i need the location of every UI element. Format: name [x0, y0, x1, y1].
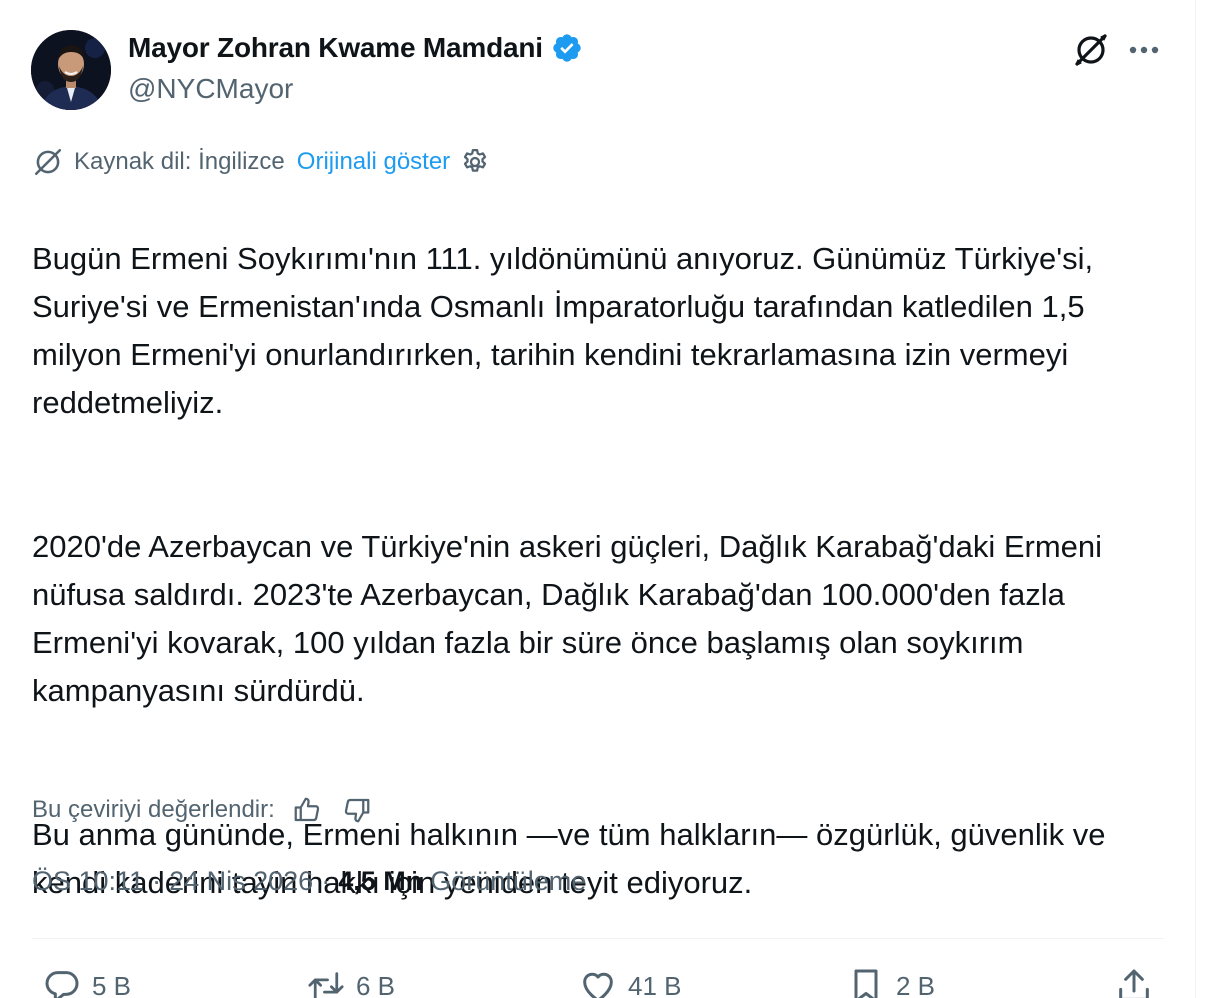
tweet-paragraph-1: Bugün Ermeni Soykırımı'nın 111. yıldönüm… — [32, 241, 1094, 420]
share-button[interactable] — [1114, 964, 1164, 998]
tweet-meta: ÖS 10:11 · 24 Nis 2026 · 4,5 Mn Görüntül… — [32, 866, 586, 897]
reply-button[interactable]: 5 B — [42, 964, 131, 998]
heart-icon — [578, 966, 618, 998]
meta-separator: · — [321, 866, 331, 896]
tweet-time[interactable]: ÖS 10:11 — [32, 866, 144, 897]
rate-translation-label: Bu çeviriyi değerlendir: — [32, 796, 275, 823]
like-button[interactable]: 41 B — [578, 964, 682, 998]
meta-separator: · — [152, 866, 162, 896]
views-label: Görüntüleme — [430, 866, 587, 896]
divider — [32, 938, 1164, 939]
repost-button[interactable]: 6 B — [306, 964, 395, 998]
bookmark-count: 2 B — [896, 970, 936, 998]
reply-icon — [42, 966, 82, 998]
tweet-paragraph-2: 2020'de Azerbaycan ve Türkiye'nin askeri… — [32, 529, 1103, 708]
repost-count: 6 B — [356, 970, 396, 998]
tweet-page: Mayor Zohran Kwame Mamdani @NYCMayor Kay… — [0, 0, 1220, 998]
more-options-icon[interactable] — [1124, 30, 1164, 70]
author-handle[interactable]: @NYCMayor — [128, 73, 293, 105]
avatar[interactable] — [31, 30, 111, 110]
rate-translation: Bu çeviriyi değerlendir: — [32, 790, 375, 830]
views-count: 4,5 Mn — [338, 866, 423, 896]
reply-count: 5 B — [92, 970, 132, 998]
share-icon — [1114, 966, 1154, 998]
tweet-text: Bugün Ermeni Soykırımı'nın 111. yıldönüm… — [32, 187, 1177, 955]
show-original-link[interactable]: Orijinali göster — [297, 148, 450, 176]
tweet-date[interactable]: 24 Nis 2026 — [169, 866, 313, 897]
avatar-image — [31, 30, 111, 110]
translation-info: Kaynak dil: İngilizce Orijinali göster — [32, 145, 490, 179]
author-name-row[interactable]: Mayor Zohran Kwame Mamdani — [128, 32, 583, 64]
like-count: 41 B — [628, 970, 682, 998]
verified-badge-icon — [551, 32, 583, 64]
translate-icon — [32, 146, 64, 178]
column-border — [1195, 0, 1196, 998]
gear-icon[interactable] — [460, 147, 490, 177]
bookmark-button[interactable]: 2 B — [846, 964, 935, 998]
author-name[interactable]: Mayor Zohran Kwame Mamdani — [128, 32, 543, 64]
thumbs-down-icon[interactable] — [339, 792, 375, 828]
repost-icon — [306, 966, 346, 998]
bookmark-icon — [846, 966, 886, 998]
translate-icon[interactable] — [1071, 30, 1111, 70]
thumbs-up-icon[interactable] — [289, 792, 325, 828]
source-language-label: Kaynak dil: İngilizce — [74, 148, 285, 175]
